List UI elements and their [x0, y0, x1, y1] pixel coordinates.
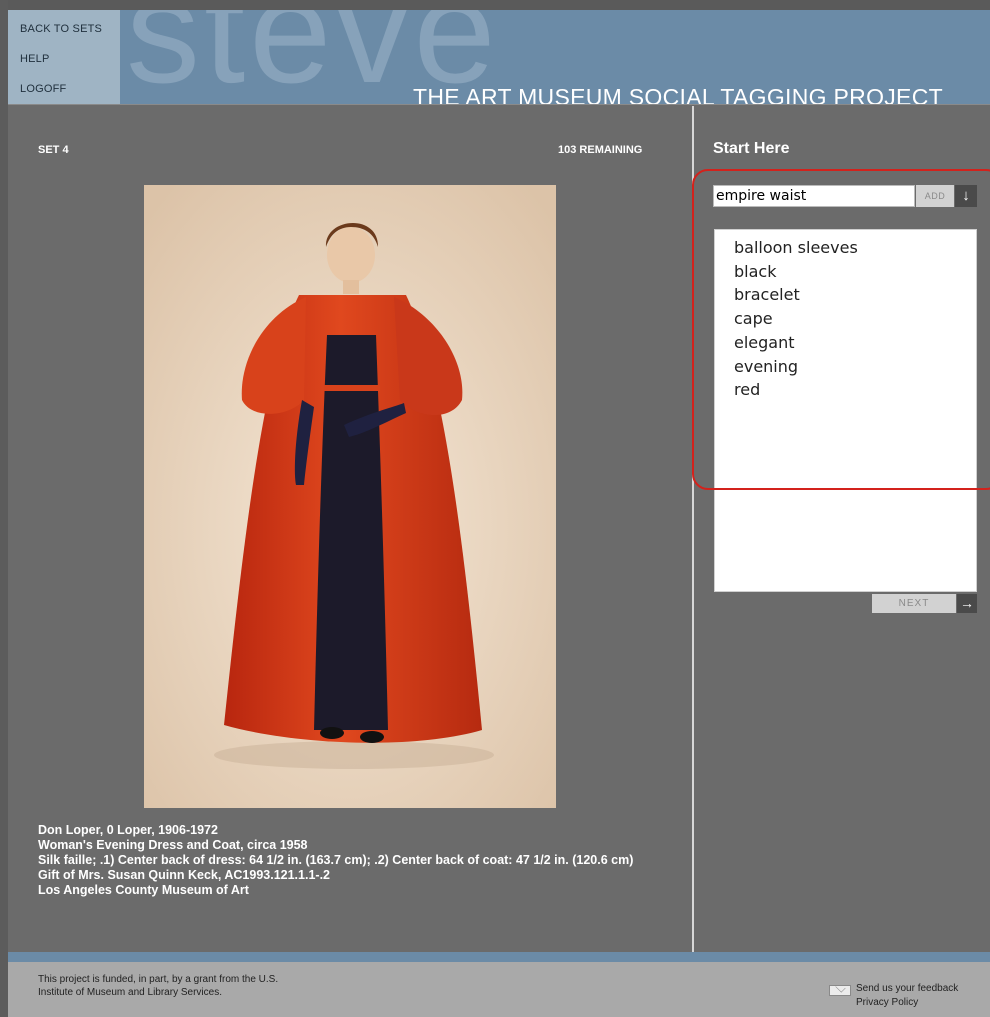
header-banner: steve THE ART MUSEUM SOCIAL TAGGING PROJ… [120, 10, 990, 104]
header-divider [8, 104, 990, 105]
funding-line: This project is funded, in part, by a gr… [38, 974, 279, 985]
artwork-image [144, 185, 556, 808]
mail-icon[interactable] [829, 985, 851, 996]
window-top-edge [0, 0, 990, 10]
funding-line: Institute of Museum and Library Services… [38, 987, 222, 998]
logoff-link[interactable]: LOGOFF [20, 82, 120, 112]
back-to-sets-link[interactable]: BACK TO SETS [20, 22, 120, 52]
privacy-policy-link[interactable]: Privacy Policy [856, 996, 918, 1010]
funding-notice: This project is funded, in part, by a gr… [38, 973, 358, 999]
caption-medium: Silk faille; .1) Center back of dress: 6… [38, 853, 634, 867]
window-left-edge [0, 0, 8, 1017]
next-button[interactable]: NEXT [872, 594, 956, 613]
caption-credit: Gift of Mrs. Susan Quinn Keck, AC1993.12… [38, 868, 330, 882]
header-tagline: THE ART MUSEUM SOCIAL TAGGING PROJECT [413, 84, 943, 104]
evening-dress-illustration [144, 185, 556, 808]
next-arrow-icon[interactable]: → [957, 594, 977, 613]
remaining-count: 103 REMAINING [558, 144, 643, 156]
start-here-heading: Start Here [713, 140, 790, 157]
caption-title: Woman's Evening Dress and Coat, circa 19… [38, 838, 308, 852]
footer-band [8, 952, 990, 962]
artwork-caption: Don Loper, 0 Loper, 1906-1972 Woman's Ev… [38, 823, 678, 898]
caption-museum: Los Angeles County Museum of Art [38, 883, 249, 897]
highlight-annotation [692, 169, 990, 490]
caption-artist: Don Loper, 0 Loper, 1906-1972 [38, 823, 218, 837]
help-link[interactable]: HELP [20, 52, 120, 82]
feedback-link[interactable]: Send us your feedback [856, 982, 958, 996]
top-nav: BACK TO SETS HELP LOGOFF [8, 10, 120, 104]
set-label: SET 4 [38, 144, 69, 156]
